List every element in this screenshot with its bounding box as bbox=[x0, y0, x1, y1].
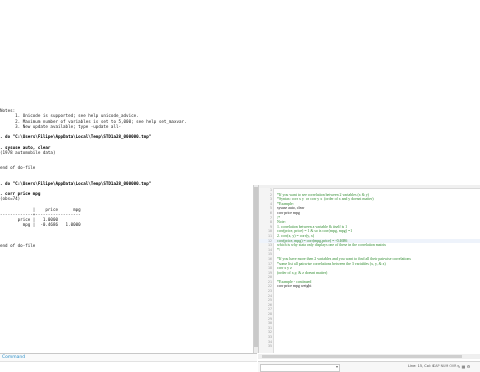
pen-icon[interactable]: ✎ bbox=[457, 364, 460, 369]
stata-window: Notes: 1. Unicode is supported; see help… bbox=[0, 85, 480, 372]
keyboard-indicators: CAP NUM OVR bbox=[433, 364, 457, 368]
editor-lines[interactable]: 1 2 *If you want to see correlation betwee… bbox=[259, 188, 480, 349]
editor-status-bar: ▾ Line: 15, Col: 0 CAP NUM OVR ✎ ▦ ⚙ bbox=[258, 361, 480, 372]
results-pane: Notes: 1. Unicode is supported; see help… bbox=[0, 103, 253, 349]
navigator-dropdown[interactable]: ▾ bbox=[260, 364, 340, 372]
results-line: end of do-file bbox=[0, 243, 36, 249]
cursor-position: Line: 15, Col: 0 bbox=[408, 364, 435, 368]
line-number: 35 bbox=[268, 344, 272, 349]
editor-status-icons: ✎ ▦ ⚙ bbox=[457, 364, 470, 369]
editor-horizontal-scrollbar[interactable] bbox=[258, 354, 480, 359]
command-input[interactable] bbox=[0, 361, 257, 372]
gear-icon[interactable]: ⚙ bbox=[467, 364, 471, 369]
do-file-editor[interactable]: 1 2 *If you want to see correlation betwee… bbox=[258, 185, 480, 353]
editor-line[interactable]: 35 bbox=[259, 344, 480, 349]
command-label: Command bbox=[2, 355, 26, 360]
grid-icon[interactable]: ▦ bbox=[462, 364, 466, 369]
chevron-down-icon: ▾ bbox=[335, 364, 338, 369]
editor-horizontal-scrollbar-thumb[interactable] bbox=[262, 355, 462, 358]
